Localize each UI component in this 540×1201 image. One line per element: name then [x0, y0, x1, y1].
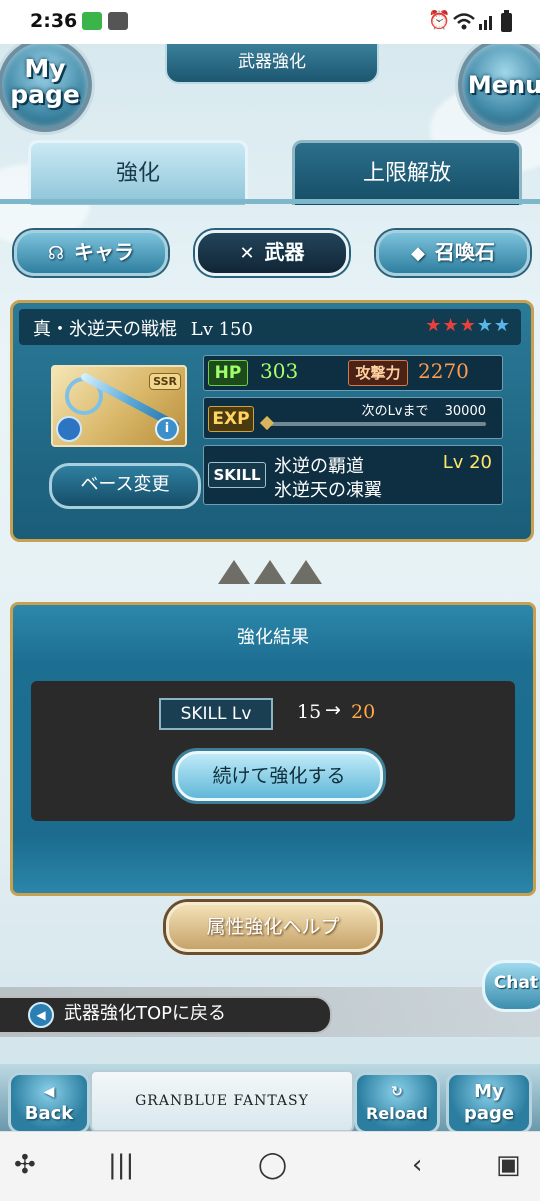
- back-label: Back: [24, 1103, 74, 1124]
- arrow-right-icon: →: [325, 699, 341, 721]
- back-button[interactable]: ◀ Back: [8, 1072, 90, 1131]
- home-icon[interactable]: ◯: [258, 1150, 287, 1180]
- status-time: 2:36: [30, 10, 78, 32]
- skill-lv-label: SKILL Lv: [159, 698, 273, 730]
- android-nav-bar: ✣ ||| ◯ ‹ ▣: [0, 1131, 540, 1201]
- tab-enhance[interactable]: 強化: [28, 140, 248, 205]
- line-app-icon: [82, 12, 102, 30]
- skill-label: SKILL: [208, 462, 266, 488]
- game-view: My page 武器強化 Menu 強化 上限解放 ☊ キャラ ✕ 武器 ◆ 召喚石 …: [0, 44, 540, 1131]
- mypage-label-line2: page: [10, 80, 80, 109]
- exp-progress-marker: [259, 415, 275, 431]
- battery-icon: [501, 10, 512, 32]
- star-filled-icon: ★: [459, 315, 477, 336]
- skill-level-after: 20: [351, 701, 376, 723]
- status-bar: 2:36 ⏰: [0, 0, 540, 44]
- footer-mypage-button[interactable]: My page: [446, 1072, 532, 1131]
- skill-name-2: 氷逆天の凍翼: [274, 480, 382, 501]
- rarity-stars: ★★★★★: [425, 315, 511, 336]
- stat-row-hp-atk: HP 303 攻撃力 2270: [203, 355, 503, 391]
- weapon-panel: 真・氷逆天の戦棍 Lv 150 ★★★★★ SSR i ベース変更 HP 303…: [10, 300, 534, 542]
- footer-mypage-line1: My: [474, 1081, 504, 1102]
- hp-value: 303: [260, 359, 299, 383]
- wifi-icon: [453, 13, 475, 30]
- skill-level: Lv 20: [442, 452, 492, 473]
- back-nav-icon[interactable]: ‹: [412, 1150, 422, 1180]
- weapon-name-text: 真・氷逆天の戦棍: [33, 319, 177, 340]
- tab-underline: [0, 199, 540, 204]
- back-to-top-label: 武器強化TOPに戻る: [64, 1003, 227, 1024]
- atk-value: 2270: [418, 359, 469, 383]
- crystal-icon: ◆: [411, 243, 425, 264]
- next-level-label: 次のLvまで: [361, 404, 429, 419]
- triangle-arrow-icon: [218, 560, 250, 584]
- tab-limit-break[interactable]: 上限解放: [292, 140, 522, 205]
- game-controller-icon[interactable]: ✣: [14, 1150, 36, 1180]
- result-panel: 強化結果 SKILL Lv 15 → 20 続けて強化する: [10, 602, 536, 896]
- crossed-swords-icon: ✕: [239, 243, 255, 264]
- star-filled-icon: ★: [425, 315, 443, 336]
- weapon-name-bar: 真・氷逆天の戦棍 Lv 150 ★★★★★: [19, 309, 521, 345]
- weapon-level: Lv 150: [190, 319, 253, 340]
- gallery-icon: [108, 12, 128, 30]
- category-weapon-label: 武器: [264, 240, 305, 264]
- exp-label: EXP: [208, 406, 254, 432]
- star-filled-icon: ★: [442, 315, 460, 336]
- triangle-arrow-icon: [290, 560, 322, 584]
- star-empty-icon: ★: [476, 315, 494, 336]
- element-help-button[interactable]: 属性強化ヘルプ: [166, 902, 380, 952]
- skill-name-1: 氷逆の覇道: [274, 456, 364, 477]
- rarity-badge: SSR: [149, 373, 181, 390]
- category-chara-button[interactable]: ☊ キャラ: [14, 230, 168, 276]
- recent-apps-icon[interactable]: |||: [108, 1150, 134, 1180]
- stat-row-exp: EXP 次のLvまで 30000: [203, 397, 503, 439]
- skill-level-before: 15: [297, 701, 322, 723]
- footer-mypage-line2: page: [463, 1103, 515, 1124]
- character-icon: ☊: [48, 243, 64, 264]
- reload-icon: ↻: [391, 1084, 403, 1100]
- category-summon-button[interactable]: ◆ 召喚石: [376, 230, 530, 276]
- atk-label: 攻撃力: [348, 360, 408, 386]
- header: My page 武器強化 Menu: [0, 44, 540, 134]
- mypage-button[interactable]: My page: [0, 44, 92, 132]
- category-summon-label: 召喚石: [434, 240, 495, 264]
- hp-label: HP: [208, 360, 248, 386]
- weapon-name: 真・氷逆天の戦棍 Lv 150: [33, 315, 253, 341]
- back-to-top-link[interactable]: ◀ 武器強化TOPに戻る: [0, 996, 332, 1034]
- info-icon[interactable]: i: [155, 417, 179, 441]
- reload-label: Reload: [366, 1104, 428, 1123]
- next-level-text: 次のLvまで 30000: [362, 400, 486, 419]
- base-change-button[interactable]: ベース変更: [49, 463, 201, 509]
- page-title: 武器強化: [165, 44, 379, 84]
- star-empty-icon: ★: [493, 315, 511, 336]
- mypage-label-line1: My: [24, 54, 66, 83]
- granblue-logo: GRANBLUE FANTASY: [90, 1070, 354, 1131]
- alarm-icon: ⏰: [428, 10, 451, 31]
- back-arrow-icon: ◀: [28, 1002, 54, 1028]
- category-weapon-button[interactable]: ✕ 武器: [195, 230, 349, 276]
- chat-button[interactable]: Chat: [482, 960, 540, 1012]
- back-arrow-icon: ◀: [43, 1084, 55, 1100]
- weapon-thumbnail[interactable]: SSR i: [51, 365, 187, 447]
- signal-icon: [479, 16, 492, 30]
- exp-progress-bar: [268, 422, 486, 426]
- screenshot-edit-icon[interactable]: ▣: [496, 1150, 521, 1180]
- result-content: SKILL Lv 15 → 20 続けて強化する: [31, 681, 515, 821]
- next-level-value: 30000: [444, 404, 486, 419]
- menu-button[interactable]: Menu: [458, 44, 540, 132]
- game-footer: ◀ Back GRANBLUE FANTASY ↻ Reload My page: [0, 1064, 540, 1131]
- stat-row-skill: SKILL 氷逆の覇道 氷逆天の凍翼 Lv 20: [203, 445, 503, 505]
- category-chara-label: キャラ: [74, 240, 134, 264]
- continue-enhance-button[interactable]: 続けて強化する: [175, 751, 383, 801]
- triangle-arrow-icon: [254, 560, 286, 584]
- water-element-icon: [56, 416, 82, 442]
- result-title: 強化結果: [237, 627, 309, 648]
- reload-button[interactable]: ↻ Reload: [354, 1072, 440, 1131]
